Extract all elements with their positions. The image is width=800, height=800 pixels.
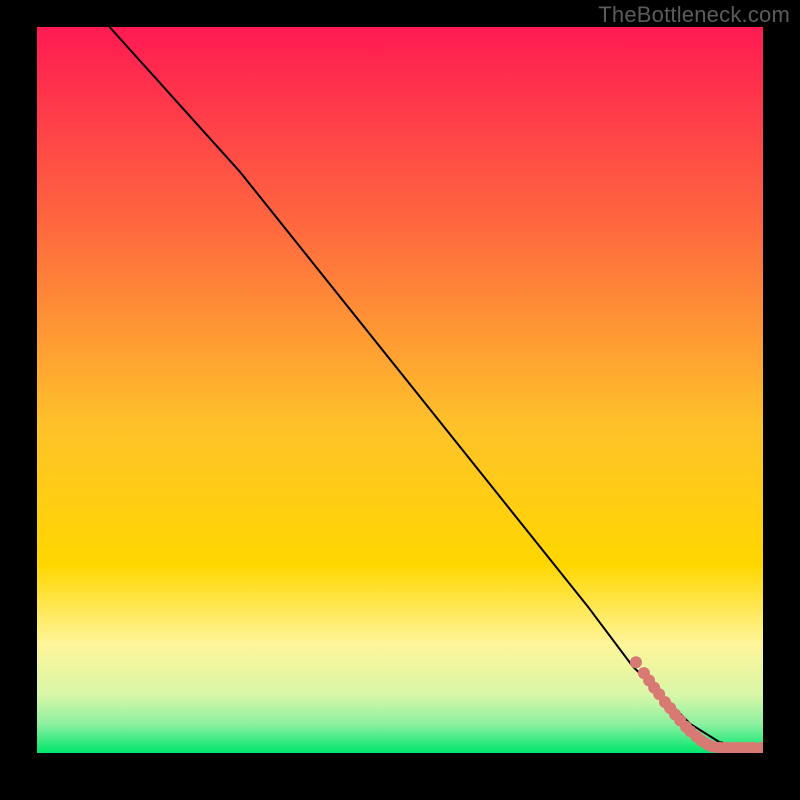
gradient-background	[37, 27, 763, 753]
watermark-text: TheBottleneck.com	[598, 2, 790, 28]
data-point	[630, 656, 642, 668]
chart-svg	[37, 27, 763, 753]
plot-area	[37, 27, 763, 753]
chart-container: TheBottleneck.com	[0, 0, 800, 800]
